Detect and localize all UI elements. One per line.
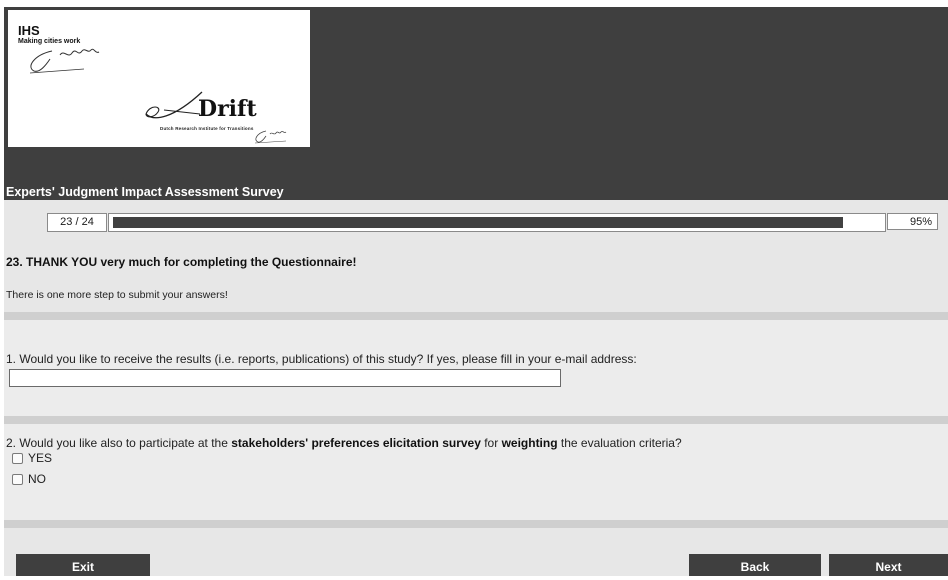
question-1-text: 1. Would you like to receive the results… <box>6 352 637 366</box>
progress-percent: 95% <box>887 213 938 230</box>
survey-title: Experts' Judgment Impact Assessment Surv… <box>6 185 284 199</box>
drift-swoosh-icon <box>145 91 203 119</box>
header-banner: IHS Making cities work Drift Dutch Resea… <box>4 7 948 200</box>
drift-logo-text: Drift <box>198 96 257 122</box>
question-2-emphasis: stakeholders' preferences elicitation su… <box>231 436 481 450</box>
erasmus-small-signature-icon <box>254 130 287 144</box>
back-button[interactable]: Back <box>689 554 821 576</box>
intro-text: There is one more step to submit your an… <box>6 289 228 301</box>
section-divider <box>4 520 948 528</box>
section-divider <box>4 416 948 424</box>
erasmus-signature-icon <box>29 48 100 74</box>
drift-logo: Drift Dutch Research Institute for Trans… <box>144 88 314 146</box>
next-button[interactable]: Next <box>829 554 948 576</box>
logo-panel: IHS Making cities work Drift Dutch Resea… <box>8 10 310 147</box>
yes-label: YES <box>28 451 53 465</box>
page-heading: 23. THANK YOU very much for completing t… <box>6 255 357 269</box>
yes-checkbox[interactable] <box>12 452 23 464</box>
ihs-logo-text: IHS <box>18 23 40 38</box>
question-2-text-part: for <box>480 436 502 450</box>
drift-logo-subtitle: Dutch Research Institute for Transitions <box>160 126 254 131</box>
email-field[interactable] <box>9 369 561 387</box>
progress-bar <box>108 213 886 232</box>
exit-button[interactable]: Exit <box>16 554 150 576</box>
no-checkbox[interactable] <box>12 473 23 485</box>
question-2-emphasis: weighting <box>501 436 558 450</box>
section-divider <box>4 312 948 320</box>
question-2-text: 2. Would you like also to participate at… <box>6 436 682 450</box>
progress-bar-fill <box>113 217 843 228</box>
no-label: NO <box>28 472 46 486</box>
question-2-text-part: 2. Would you like also to participate at… <box>6 436 232 450</box>
option-yes[interactable]: YES <box>12 451 52 465</box>
option-no[interactable]: NO <box>12 472 46 486</box>
progress-page-count: 23 / 24 <box>47 213 107 232</box>
survey-page: IHS Making cities work Drift Dutch Resea… <box>4 7 948 576</box>
question-2-text-part: the evaluation criteria? <box>557 436 682 450</box>
question-1-section <box>4 320 948 416</box>
progress-section: 23 / 24 95% <box>4 200 948 241</box>
